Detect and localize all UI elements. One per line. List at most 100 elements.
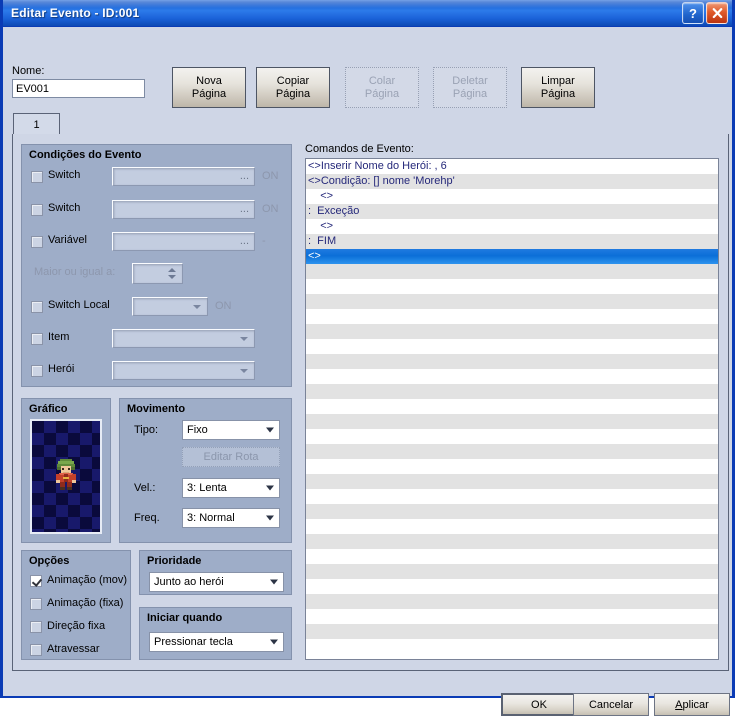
direcao-fixa-checkbox[interactable] bbox=[30, 621, 42, 633]
atravessar-checkbox[interactable] bbox=[30, 644, 42, 656]
chevron-down-icon[interactable] bbox=[266, 427, 274, 433]
greater-equal-spinner[interactable] bbox=[132, 263, 183, 284]
colar-pagina-button: Colar Página bbox=[345, 67, 419, 108]
command-list-empty-row[interactable] bbox=[306, 624, 718, 639]
condition-row-switch-1: Switch ... ON bbox=[22, 167, 291, 189]
variable-label: Variável bbox=[48, 234, 87, 246]
command-list-empty-row[interactable] bbox=[306, 444, 718, 459]
command-list-empty-row[interactable] bbox=[306, 534, 718, 549]
chevron-down-icon[interactable] bbox=[266, 515, 274, 521]
item-combo[interactable] bbox=[112, 329, 255, 348]
movement-group: Movimento Tipo: Fixo Editar Rota Vel.: 3… bbox=[119, 398, 292, 543]
spinner-down-icon[interactable] bbox=[168, 275, 176, 279]
tab-page-1-label: 1 bbox=[33, 118, 40, 131]
command-list-empty-row[interactable] bbox=[306, 384, 718, 399]
command-list-empty-row[interactable] bbox=[306, 399, 718, 414]
help-icon[interactable]: ? bbox=[682, 2, 704, 24]
graphic-title: Gráfico bbox=[29, 403, 68, 415]
switch-2-checkbox[interactable] bbox=[31, 204, 43, 216]
local-switch-label: Switch Local bbox=[48, 299, 110, 311]
local-switch-combo[interactable] bbox=[132, 297, 208, 316]
command-list-empty-row[interactable] bbox=[306, 549, 718, 564]
local-switch-checkbox[interactable] bbox=[31, 301, 43, 313]
trigger-combo[interactable]: Pressionar tecla bbox=[149, 632, 284, 652]
event-commands-list[interactable]: <>Inserir Nome do Herói: , 6 <>Condição: … bbox=[305, 158, 719, 660]
command-list-empty-row[interactable] bbox=[306, 354, 718, 369]
command-list-empty-row[interactable] bbox=[306, 474, 718, 489]
condition-row-item: Item bbox=[22, 329, 291, 351]
close-icon[interactable] bbox=[706, 2, 728, 24]
switch-1-checkbox[interactable] bbox=[31, 171, 43, 183]
chevron-down-icon[interactable] bbox=[270, 639, 278, 645]
chevron-down-icon[interactable] bbox=[193, 304, 201, 309]
window-title: Editar Evento - ID:001 bbox=[11, 6, 140, 20]
chevron-down-icon[interactable] bbox=[270, 579, 278, 585]
ok-button[interactable]: OK bbox=[501, 693, 577, 716]
variable-field[interactable]: ... bbox=[112, 232, 255, 251]
switch-2-state-label: ON bbox=[262, 203, 279, 215]
command-list-empty-row[interactable] bbox=[306, 594, 718, 609]
command-list-empty-row[interactable] bbox=[306, 294, 718, 309]
command-list-item[interactable]: : FIM bbox=[306, 234, 718, 249]
deletar-pagina-button: Deletar Página bbox=[433, 67, 507, 108]
title-bar-buttons: ? bbox=[682, 2, 728, 24]
command-list-empty-row[interactable] bbox=[306, 324, 718, 339]
cancel-button[interactable]: Cancelar bbox=[573, 693, 649, 716]
command-list-item[interactable]: <>Inserir Nome do Herói: , 6 bbox=[306, 159, 718, 174]
limpar-pagina-label: Limpar Página bbox=[540, 74, 576, 100]
limpar-pagina-button[interactable]: Limpar Página bbox=[521, 67, 595, 108]
graphic-preview[interactable] bbox=[30, 419, 102, 534]
command-list-item[interactable]: <> bbox=[306, 219, 718, 234]
copiar-pagina-button[interactable]: Copiar Página bbox=[256, 67, 330, 108]
command-list-item[interactable]: <> bbox=[306, 189, 718, 204]
movement-type-combo[interactable]: Fixo bbox=[182, 420, 280, 440]
command-list-empty-row[interactable] bbox=[306, 309, 718, 324]
animacao-mov-checkbox[interactable] bbox=[30, 575, 42, 587]
title-bar[interactable]: Editar Evento - ID:001 ? bbox=[3, 0, 732, 27]
chevron-down-icon[interactable] bbox=[240, 368, 248, 373]
name-input[interactable] bbox=[12, 79, 145, 98]
spinner-up-icon[interactable] bbox=[168, 268, 176, 272]
movement-speed-combo[interactable]: 3: Lenta bbox=[182, 478, 280, 498]
command-list-empty-row[interactable] bbox=[306, 564, 718, 579]
command-list-empty-row[interactable] bbox=[306, 489, 718, 504]
animacao-fixa-checkbox[interactable] bbox=[30, 598, 42, 610]
command-list-empty-row[interactable] bbox=[306, 519, 718, 534]
switch-2-browse-icon[interactable]: ... bbox=[240, 202, 249, 214]
event-conditions-group: Condições do Evento Switch ... ON Switch… bbox=[21, 144, 292, 387]
switch-1-state-label: ON bbox=[262, 170, 279, 182]
command-list-item[interactable]: : Exceção bbox=[306, 204, 718, 219]
chevron-down-icon[interactable] bbox=[266, 485, 274, 491]
hero-checkbox[interactable] bbox=[31, 365, 43, 377]
tab-page-1[interactable]: 1 bbox=[13, 113, 60, 135]
apply-button[interactable]: Aplicar bbox=[654, 693, 730, 716]
command-list-empty-row[interactable] bbox=[306, 639, 718, 654]
greater-equal-label: Maior ou igual a: bbox=[34, 266, 116, 278]
priority-combo[interactable]: Junto ao herói bbox=[149, 572, 284, 592]
switch-2-field[interactable]: ... bbox=[112, 200, 255, 219]
dialog-client-area: Nome: NovaPágina CopiarPágina ColarPágin… bbox=[3, 27, 732, 716]
colar-pagina-label: Colar Página bbox=[364, 74, 400, 100]
command-list-empty-row[interactable] bbox=[306, 279, 718, 294]
command-list-empty-row[interactable] bbox=[306, 339, 718, 354]
command-list-empty-row[interactable] bbox=[306, 609, 718, 624]
command-list-empty-row[interactable] bbox=[306, 369, 718, 384]
switch-1-field[interactable]: ... bbox=[112, 167, 255, 186]
command-list-empty-row[interactable] bbox=[306, 504, 718, 519]
command-list-item[interactable]: <>Condição: [] nome 'Morehp' bbox=[306, 174, 718, 189]
direcao-fixa-label: Direção fixa bbox=[47, 620, 106, 632]
command-list-empty-row[interactable] bbox=[306, 414, 718, 429]
nova-pagina-button[interactable]: Nova Página bbox=[172, 67, 246, 108]
variable-browse-icon[interactable]: ... bbox=[240, 234, 249, 246]
command-list-empty-row[interactable] bbox=[306, 459, 718, 474]
item-checkbox[interactable] bbox=[31, 333, 43, 345]
switch-1-browse-icon[interactable]: ... bbox=[240, 169, 249, 181]
chevron-down-icon[interactable] bbox=[240, 336, 248, 341]
variable-checkbox[interactable] bbox=[31, 236, 43, 248]
command-list-empty-row[interactable] bbox=[306, 579, 718, 594]
command-list-empty-row[interactable] bbox=[306, 264, 718, 279]
hero-combo[interactable] bbox=[112, 361, 255, 380]
command-list-empty-row[interactable] bbox=[306, 429, 718, 444]
movement-frequency-combo[interactable]: 3: Normal bbox=[182, 508, 280, 528]
command-list-item[interactable]: <> bbox=[306, 249, 718, 264]
